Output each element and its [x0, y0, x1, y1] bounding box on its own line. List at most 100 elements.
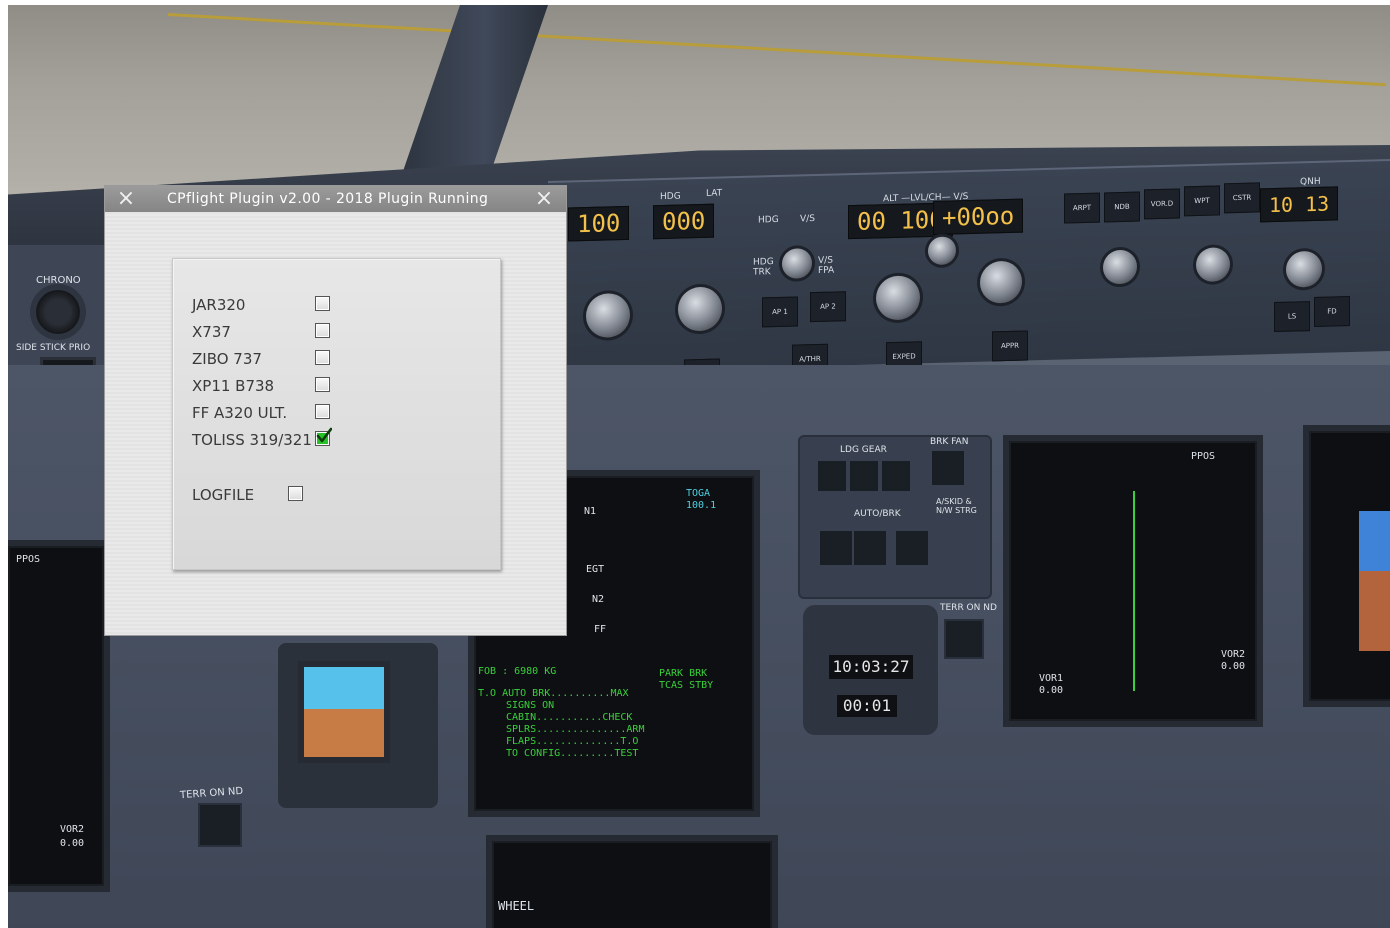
- gear-indicator-left: [818, 461, 846, 491]
- cstr-button[interactable]: CSTR: [1224, 182, 1260, 214]
- toga-label: TOGA: [686, 488, 711, 499]
- fo-pfd-sky: [1359, 511, 1390, 571]
- autobrk-lo-button[interactable]: [820, 531, 852, 565]
- plugin-title: CPflight Plugin v2.00 - 2018 Plugin Runn…: [167, 191, 489, 207]
- memo-line-3: SPLRS...............ARM: [506, 724, 645, 735]
- chrono-button[interactable]: [36, 290, 80, 334]
- terr-on-nd-button-capt[interactable]: [198, 803, 242, 847]
- ap1-button[interactable]: AP 1: [762, 296, 798, 328]
- memo-line-0: T.O AUTO BRK..........MAX: [478, 688, 629, 699]
- brk-fan-label: BRK FAN: [930, 437, 969, 447]
- memo-right-1: TCAS STBY: [659, 680, 714, 691]
- fo-ppos-label: PPOS: [1191, 451, 1216, 462]
- zibo737-checkbox[interactable]: [315, 350, 330, 365]
- baro-readout: 10 13: [1260, 186, 1339, 223]
- nd-mode-knob[interactable]: [1196, 247, 1230, 283]
- capt-vor2-dist: 0.00: [60, 838, 85, 849]
- heading-knob[interactable]: [678, 286, 722, 332]
- memo-line-4: FLAPS..............T.O: [506, 736, 639, 747]
- aircraft-option-label: TOLISS 319/321: [192, 431, 312, 449]
- memo-line-1: SIGNS ON: [506, 700, 555, 711]
- fcu-panel: 100 HDG LAT 000 HDG V/S ALT —LVL/CH— V/S…: [548, 158, 1390, 390]
- metric-alt-button[interactable]: [928, 236, 956, 266]
- fo-vor1-dist: 0.00: [1039, 685, 1064, 696]
- capt-standby-horizon: [298, 661, 390, 763]
- autobrk-med-button[interactable]: [854, 531, 886, 565]
- gear-indicator-nose: [850, 461, 878, 491]
- wpt-button[interactable]: WPT: [1184, 185, 1220, 217]
- gear-panel: LDG GEAR BRK FAN AUTO/BRK A/SKID & N/W S…: [798, 435, 992, 599]
- logfile-checkbox[interactable]: [288, 486, 303, 501]
- appr-button[interactable]: APPR: [992, 330, 1028, 362]
- clock-utc-readout: 10:03:27: [829, 655, 913, 679]
- ff-a320-checkbox[interactable]: [315, 404, 330, 419]
- jar320-checkbox[interactable]: [315, 296, 330, 311]
- captain-nd-screen: PPOS VOR2 0.00: [8, 540, 110, 892]
- fo-vor2-dist: 0.00: [1221, 661, 1246, 672]
- standby-ground: [304, 709, 384, 757]
- fcu-speed-readout: 100: [568, 205, 630, 242]
- memo-line-5: TO CONFIG.........TEST: [506, 748, 639, 759]
- terr-on-nd-button[interactable]: [944, 619, 984, 659]
- xp11-b738-checkbox[interactable]: [315, 377, 330, 392]
- aircraft-option-label: JAR320: [192, 296, 246, 314]
- toliss-checkbox[interactable]: [315, 427, 332, 446]
- fo-pfd-ground: [1359, 571, 1390, 651]
- clock-et-readout: 00:01: [837, 695, 897, 717]
- auto-brk-label: AUTO/BRK: [854, 509, 901, 519]
- fo-nd-track-line: [1133, 491, 1135, 691]
- toga-value: 100.1: [686, 500, 717, 511]
- fcu-vs-readout: +00oo: [933, 198, 1024, 235]
- n2-label: N2: [592, 594, 605, 605]
- wheel-label: WHEEL: [498, 899, 535, 913]
- fo-vor2-label: VOR2: [1221, 649, 1246, 660]
- egt-label: EGT: [586, 564, 605, 575]
- ls-button[interactable]: LS: [1274, 301, 1310, 333]
- aircraft-option-label: ZIBO 737: [192, 350, 262, 368]
- x737-checkbox[interactable]: [315, 323, 330, 338]
- baro-knob[interactable]: [1286, 250, 1322, 288]
- vs-knob[interactable]: [980, 260, 1022, 304]
- side-stick-prio-label: SIDE STICK PRIO: [16, 343, 91, 353]
- fd-button[interactable]: FD: [1314, 296, 1350, 327]
- fo-nd-screen: PPOS VOR1 0.00 VOR2 0.00: [1003, 435, 1263, 727]
- sd-screen: WHEEL: [486, 835, 778, 928]
- n1-label: N1: [584, 506, 597, 517]
- capt-pfd-bezel: [278, 643, 438, 808]
- close-right-icon[interactable]: ×: [533, 188, 555, 210]
- fcu-hdg-trk-label: HDG TRK: [753, 257, 774, 278]
- fcu-vs-label: V/S: [800, 214, 815, 225]
- chrono-label: CHRONO: [36, 275, 81, 286]
- brk-fan-button[interactable]: [932, 451, 964, 485]
- memo-right-0: PARK BRK: [659, 668, 708, 679]
- plugin-titlebar[interactable]: × CPflight Plugin v2.00 - 2018 Plugin Ru…: [105, 186, 566, 212]
- nd-range-knob[interactable]: [1103, 249, 1137, 285]
- aircraft-option-label: X737: [192, 323, 231, 341]
- fcu-hdg-label: HDG: [660, 191, 681, 203]
- autobrk-max-button[interactable]: [896, 531, 928, 565]
- fcu-lat-label: LAT: [706, 188, 723, 199]
- ap2-button[interactable]: AP 2: [810, 291, 846, 323]
- speed-knob[interactable]: [586, 292, 630, 339]
- arpt-button[interactable]: ARPT: [1064, 192, 1100, 224]
- fo-pfd-screen: [1303, 425, 1390, 707]
- close-left-icon[interactable]: ×: [115, 188, 137, 210]
- altitude-knob[interactable]: [876, 275, 920, 321]
- hdg-trk-button[interactable]: [782, 248, 812, 279]
- ndb-button[interactable]: NDB: [1104, 191, 1140, 223]
- memo-line-2: CABIN...........CHECK: [506, 712, 633, 723]
- logfile-label: LOGFILE: [192, 486, 255, 504]
- ldg-gear-label: LDG GEAR: [840, 445, 887, 455]
- askid-label: A/SKID & N/W STRG: [936, 497, 977, 515]
- fo-vor1-label: VOR1: [1039, 673, 1064, 684]
- clock-panel: 10:03:27 00:01: [803, 605, 938, 735]
- fcu-vs-fpa-label: V/S FPA: [818, 255, 835, 276]
- capt-vor2-label: VOR2: [60, 824, 85, 835]
- aircraft-option-label: FF A320 ULT.: [192, 404, 288, 422]
- terr-on-nd-label: TERR ON ND: [940, 603, 997, 613]
- vord-button[interactable]: VOR.D: [1144, 188, 1180, 220]
- terr-on-nd-label-capt: TERR ON ND: [179, 785, 244, 802]
- checkmark-icon: [316, 427, 332, 443]
- ff-label: FF: [594, 624, 607, 635]
- aircraft-option-label: XP11 B738: [192, 377, 275, 395]
